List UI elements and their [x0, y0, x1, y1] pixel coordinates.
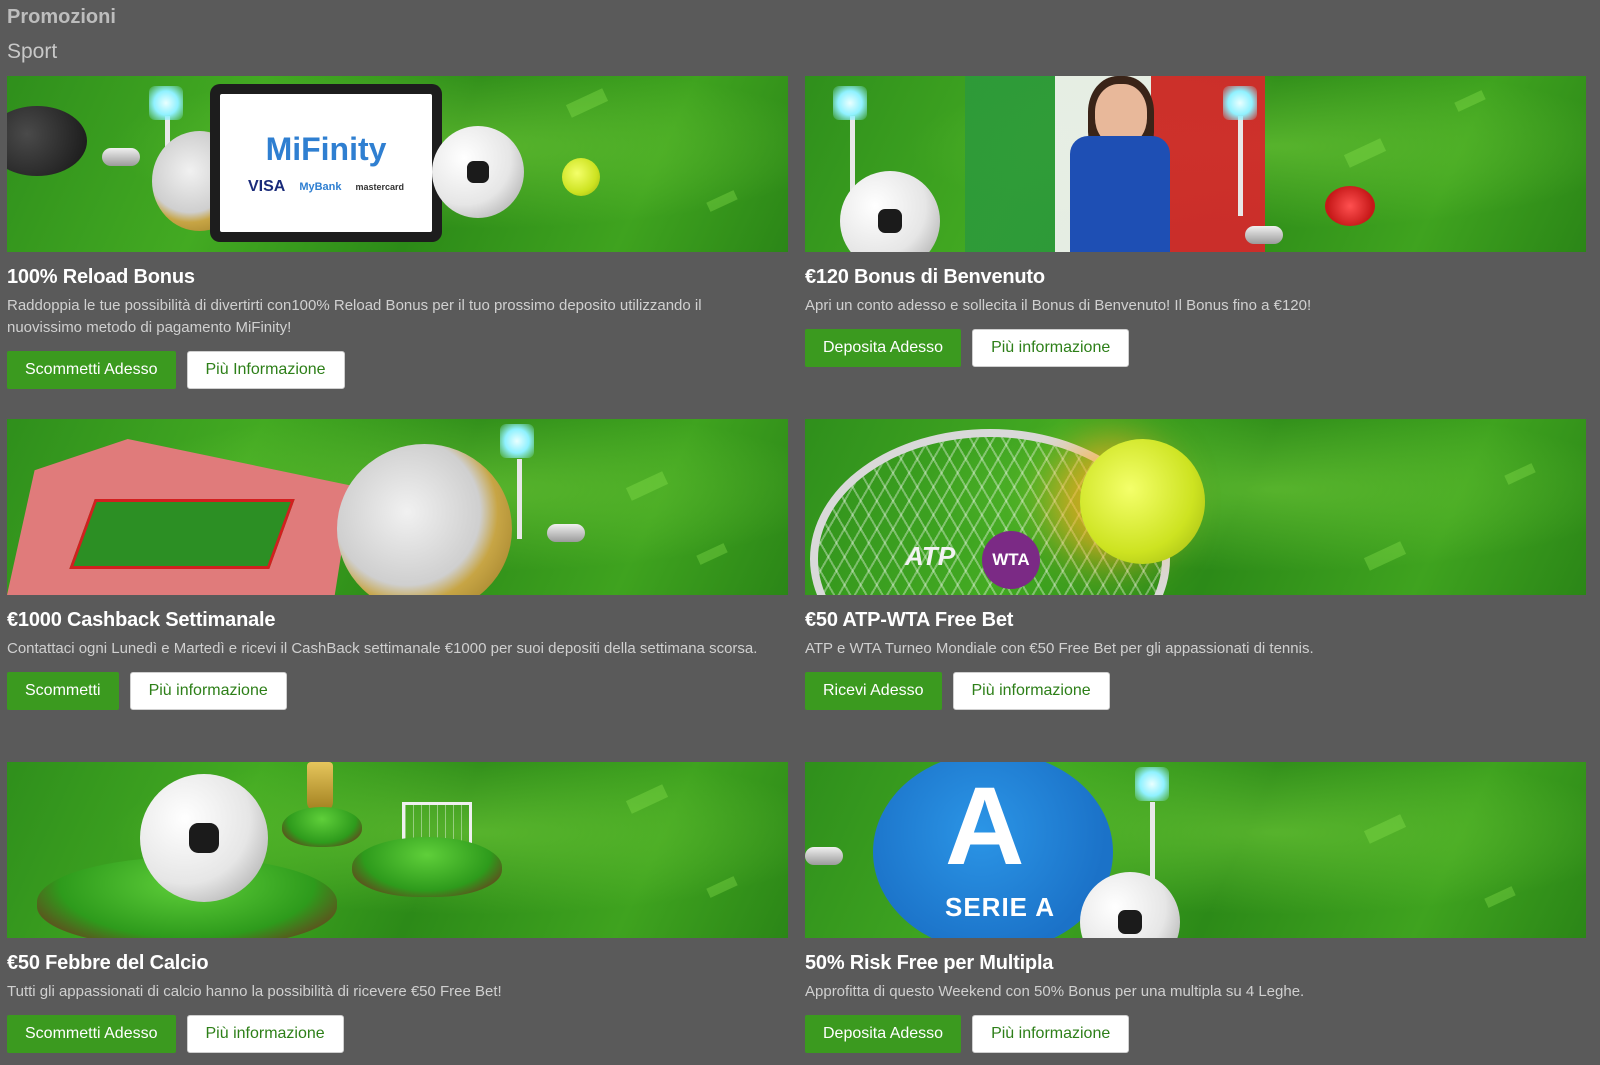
promo-title: €50 Febbre del Calcio [7, 952, 209, 974]
bet-now-button[interactable]: Scommetti Adesso [7, 351, 176, 389]
mastercard-logo: mastercard [355, 181, 405, 192]
soccer-ball-image [840, 171, 940, 252]
serie-a-logo-text: SERIE A [945, 892, 1056, 922]
more-info-button[interactable]: Più informazione [129, 672, 287, 710]
pitch-image [69, 499, 295, 569]
hockey-puck-image [7, 106, 87, 176]
promo-banner-italy-fan[interactable] [805, 76, 1586, 252]
soccer-ball-image [432, 126, 524, 218]
deposit-now-button[interactable]: Deposita Adesso [805, 1015, 962, 1053]
promo-title: €1000 Cashback Settimanale [7, 609, 276, 631]
section-title-sport: Sport [7, 40, 58, 63]
bet-button[interactable]: Scommetti [7, 672, 119, 710]
promo-title: 100% Reload Bonus [7, 266, 195, 288]
more-info-button[interactable]: Più Informazione [186, 351, 345, 389]
promo-banner-mifinity[interactable]: MiFinity VISA MyBank mastercard [7, 76, 788, 252]
whistle-icon [1245, 226, 1283, 244]
mifinity-logo: MiFinity [265, 130, 387, 167]
whistle-icon [102, 148, 140, 166]
more-info-button[interactable]: Più informazione [952, 672, 1110, 710]
page-title: Promozioni [7, 6, 116, 28]
stadium-light-icon [149, 86, 183, 120]
more-info-button[interactable]: Più informazione [972, 329, 1130, 367]
laptop-image: MiFinity VISA MyBank mastercard [210, 84, 442, 242]
tennis-ball-image [1080, 439, 1205, 564]
promo-card-risk-free: A SERIE A 50% Risk Free per Multipla App… [805, 762, 1586, 1053]
visa-logo: VISA [247, 177, 286, 195]
stadium-light-icon [833, 86, 867, 120]
promo-title: 50% Risk Free per Multipla [805, 952, 1054, 974]
promo-description: ATP e WTA Turneo Mondiale con €50 Free B… [805, 640, 1314, 657]
mybank-logo: MyBank [299, 180, 342, 193]
more-info-button[interactable]: Più informazione [972, 1015, 1130, 1053]
whistle-icon [805, 847, 843, 865]
promo-card-febbre-calcio: €50 Febbre del Calcio Tutti gli appassio… [7, 762, 788, 1053]
grass-island-image [282, 807, 362, 847]
promo-card-atp-wta: ATP WTA €50 ATP-WTA Free Bet ATP e WTA T… [805, 419, 1586, 710]
promo-title: €50 ATP-WTA Free Bet [805, 609, 1014, 631]
promo-title: €120 Bonus di Benvenuto [805, 266, 1045, 288]
promo-description: Approfitta di questo Weekend con 50% Bon… [805, 983, 1305, 1000]
bet-now-button[interactable]: Scommetti Adesso [7, 1015, 176, 1053]
more-info-button[interactable]: Più informazione [186, 1015, 344, 1053]
promo-banner-serie-a[interactable]: A SERIE A [805, 762, 1586, 938]
promo-card-cashback: €1000 Cashback Settimanale Contattaci og… [7, 419, 788, 710]
whistle-icon [547, 524, 585, 542]
promo-card-welcome-bonus: €120 Bonus di Benvenuto Apri un conto ad… [805, 76, 1586, 367]
promo-description: Tutti gli appassionati di calcio hanno l… [7, 983, 502, 1000]
get-now-button[interactable]: Ricevi Adesso [805, 672, 942, 710]
tennis-ball-image [562, 158, 600, 196]
fan-image [1050, 76, 1180, 252]
horn-icon [1325, 186, 1375, 226]
promo-banner-tennis[interactable]: ATP WTA [805, 419, 1586, 595]
stadium-light-icon [1223, 86, 1257, 120]
promo-description: Contattaci ogni Lunedì e Martedì e ricev… [7, 640, 758, 657]
soccer-ball-image [140, 774, 268, 902]
serie-a-logo-icon: A [945, 765, 1025, 888]
coin-ball-image [337, 444, 512, 595]
promo-description: Raddoppia le tue possibilità di divertir… [7, 297, 702, 336]
stadium-light-icon [1135, 767, 1169, 801]
promo-description: Apri un conto adesso e sollecita il Bonu… [805, 297, 1312, 314]
stadium-light-icon [500, 424, 534, 458]
deposit-now-button[interactable]: Deposita Adesso [805, 329, 962, 367]
promo-banner-stadium[interactable] [7, 419, 788, 595]
grass-island-image [352, 837, 502, 897]
atp-logo: ATP [905, 541, 956, 571]
promo-card-reload-bonus: MiFinity VISA MyBank mastercard 100% Rel… [7, 76, 788, 389]
promo-banner-football-islands[interactable] [7, 762, 788, 938]
wta-logo: WTA [982, 531, 1040, 589]
trophy-icon [307, 762, 333, 812]
